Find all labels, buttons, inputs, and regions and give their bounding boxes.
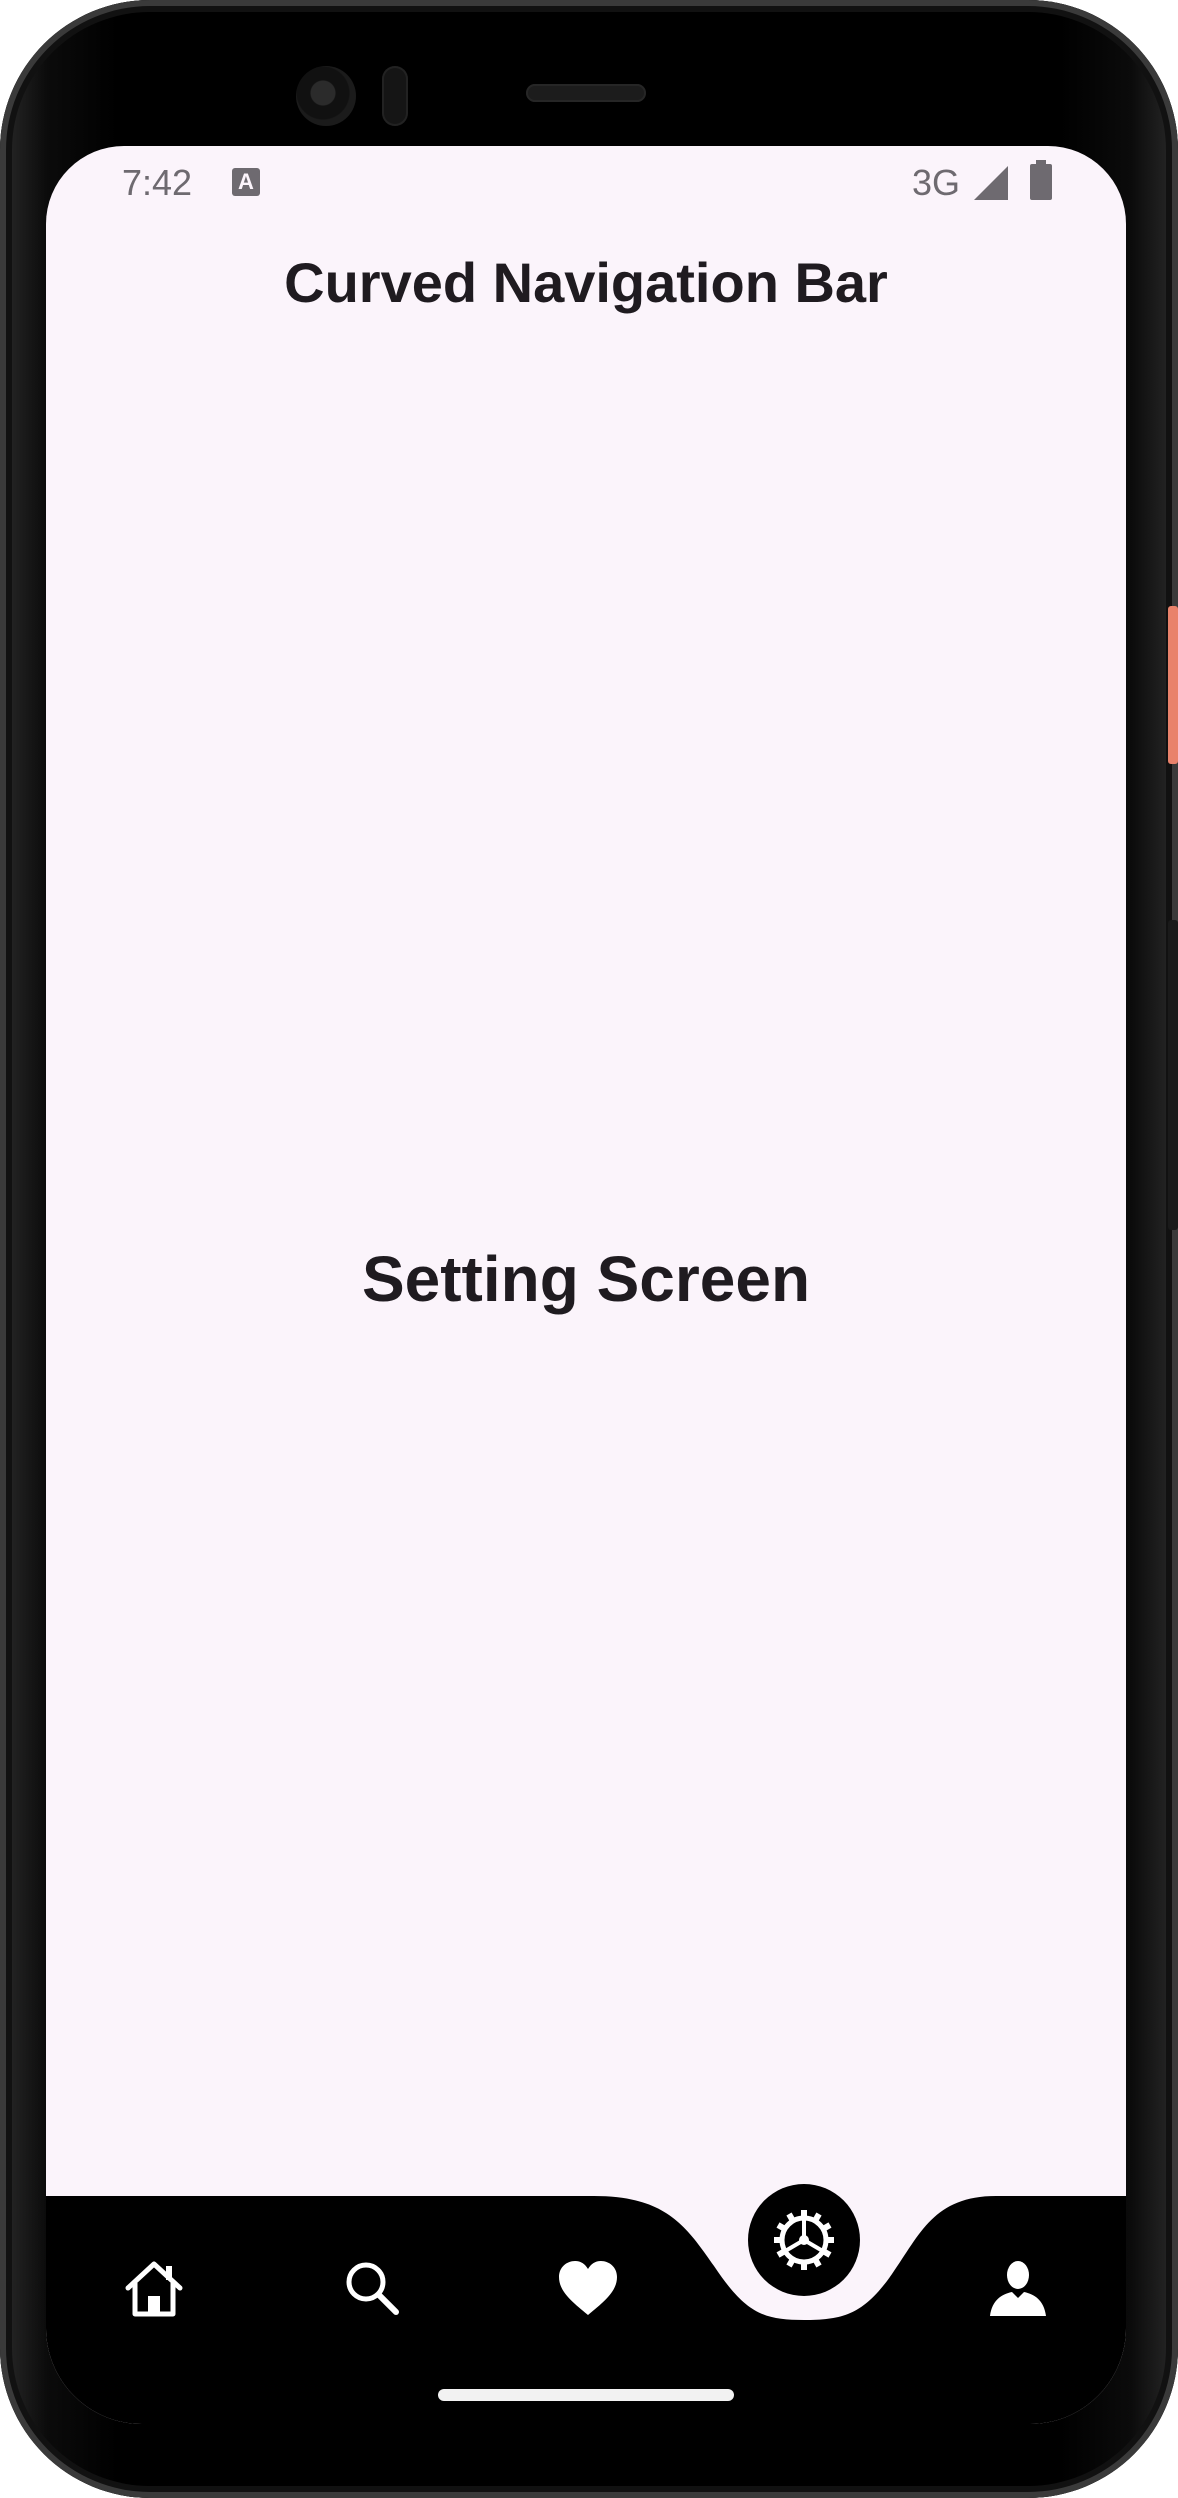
battery-icon [1030,160,1052,200]
volume-button [1168,920,1178,1230]
phone-frame: 7:42 A 3G Curved Navigation Bar Setting … [0,0,1178,2498]
heart-icon [559,2261,617,2315]
nav-search[interactable] [332,2248,412,2328]
page-title: Curved Navigation Bar [284,251,888,314]
screen: 7:42 A 3G Curved Navigation Bar Setting … [46,146,1126,2424]
keyboard-a-icon: A [232,168,260,196]
settings-icon [774,2210,834,2270]
nav-favorites[interactable] [548,2248,628,2328]
nav-home[interactable] [114,2248,194,2328]
nav-profile[interactable] [978,2248,1058,2328]
power-button [1168,606,1178,764]
home-icon [125,2261,183,2317]
proximity-sensor [382,66,408,126]
person-icon [990,2261,1046,2316]
earpiece-speaker [526,84,646,102]
status-time: 7:42 [122,162,193,203]
curved-navigation-bar [46,2184,1126,2424]
front-camera [296,66,356,126]
network-type: 3G [912,162,961,203]
signal-icon [974,166,1008,200]
nav-settings[interactable] [748,2184,860,2296]
search-icon [346,2262,399,2315]
status-bar: 7:42 A 3G [46,146,1126,218]
screen-label: Setting Screen [361,1243,811,1315]
home-indicator[interactable] [438,2389,734,2401]
